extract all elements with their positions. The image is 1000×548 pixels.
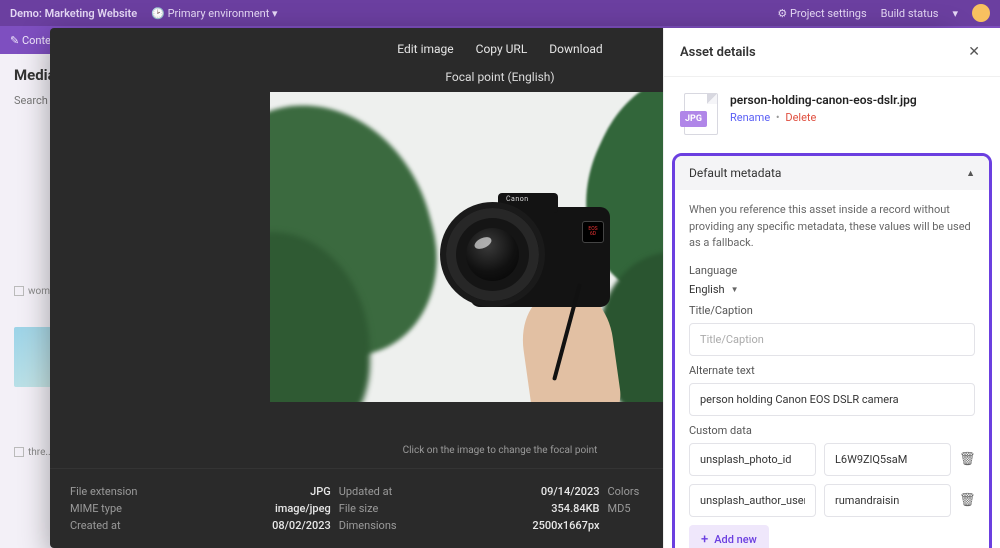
camera-brand-text: Canon: [506, 195, 529, 203]
copy-url-button[interactable]: Copy URL: [476, 42, 528, 56]
chevron-down-icon: ▼: [731, 285, 739, 294]
close-icon[interactable]: ✕: [964, 40, 984, 64]
environment-picker[interactable]: 🕑 Primary environment ▾: [151, 7, 277, 20]
avatar[interactable]: [972, 4, 990, 22]
custom-data-key-input[interactable]: [689, 443, 816, 476]
alternate-text-input[interactable]: [689, 383, 975, 416]
trash-icon[interactable]: 🗑: [959, 493, 975, 508]
download-button[interactable]: Download: [549, 42, 602, 56]
trash-icon[interactable]: 🗑: [959, 452, 975, 467]
delete-link[interactable]: Delete: [785, 111, 816, 124]
project-name[interactable]: Demo: Marketing Website: [10, 7, 137, 20]
rename-link[interactable]: Rename: [730, 111, 770, 124]
title-caption-input[interactable]: [689, 323, 975, 356]
panel-title: Asset details: [680, 45, 756, 60]
language-label: Language: [689, 264, 975, 277]
custom-data-key-input[interactable]: [689, 484, 816, 517]
custom-data-label: Custom data: [689, 424, 975, 437]
default-metadata-section: Default metadata ▲ When you reference th…: [672, 153, 992, 548]
build-status[interactable]: Build status: [881, 7, 939, 20]
language-select[interactable]: English ▼: [689, 283, 975, 296]
title-caption-label: Title/Caption: [689, 304, 975, 317]
default-metadata-helper: When you reference this asset inside a r…: [689, 202, 975, 252]
build-status-caret-icon: ▾: [952, 7, 958, 20]
image-preview[interactable]: Canon EOS6D: [270, 92, 730, 402]
custom-data-row: 🗑: [689, 443, 975, 476]
chevron-up-icon: ▲: [966, 168, 975, 179]
project-settings-link[interactable]: ⚙ Project settings: [777, 7, 866, 20]
custom-data-value-input[interactable]: [824, 484, 951, 517]
file-type-badge: JPG: [680, 93, 718, 137]
alternate-text-label: Alternate text: [689, 364, 975, 377]
asset-filename: person-holding-canon-eos-dslr.jpg: [730, 93, 917, 107]
plus-icon: +: [701, 533, 708, 546]
edit-image-button[interactable]: Edit image: [397, 42, 453, 56]
custom-data-row: 🗑: [689, 484, 975, 517]
add-new-button[interactable]: + Add new: [689, 525, 769, 548]
default-metadata-toggle[interactable]: Default metadata ▲: [675, 156, 989, 190]
app-topbar: Demo: Marketing Website 🕑 Primary enviro…: [0, 0, 1000, 26]
asset-details-panel: Asset details ✕ JPG person-holding-canon…: [663, 28, 1000, 548]
custom-data-value-input[interactable]: [824, 443, 951, 476]
